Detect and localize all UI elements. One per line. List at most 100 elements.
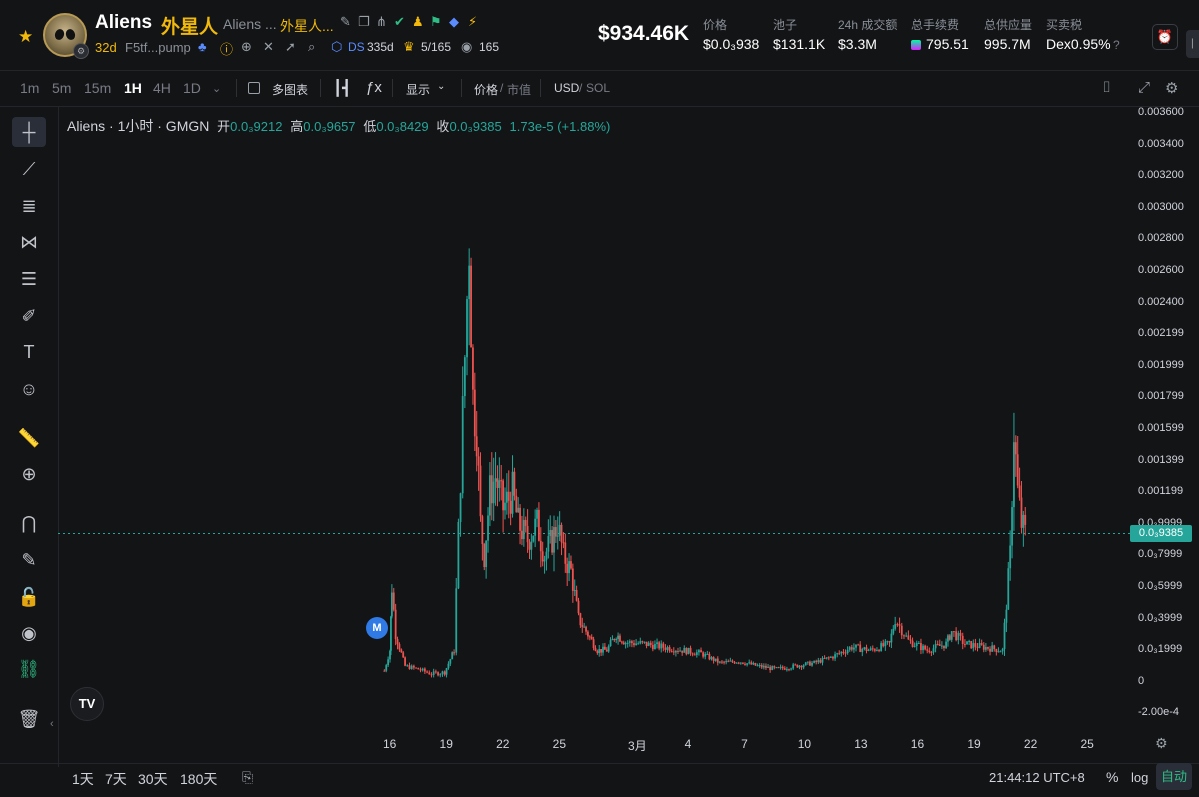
candle-body (479, 465, 482, 517)
candle-body (554, 527, 557, 537)
timeframe-1h[interactable]: 1H (124, 80, 142, 96)
lock-drawing-icon[interactable]: ✎ (12, 545, 46, 575)
ruler-icon[interactable]: 📏 (12, 423, 46, 453)
twitter-icon[interactable]: ✕ (263, 39, 274, 55)
magnet-icon[interactable]: ⋂ (12, 508, 46, 538)
candle-body (765, 665, 767, 668)
candle-body (704, 653, 707, 657)
candle-type-icon[interactable]: ┃┫ (333, 79, 351, 97)
candle-body (558, 524, 561, 536)
dexscreener-icon[interactable]: ⬡ (331, 39, 342, 55)
search-icon[interactable]: ⌕ (308, 39, 315, 55)
favorite-star-icon[interactable]: ★ (18, 27, 33, 47)
log-scale-toggle[interactable]: log (1131, 770, 1148, 785)
trend-line-icon[interactable]: ⟋ (12, 154, 46, 184)
pattern-icon[interactable]: ⋈ (12, 227, 46, 257)
candle-body (412, 665, 415, 668)
display-menu[interactable]: 显示 (406, 81, 430, 98)
camera-icon[interactable]: ⌷ (1102, 79, 1111, 96)
candle-body (677, 650, 679, 652)
range-30d[interactable]: 30天 (138, 769, 168, 789)
marker-m[interactable]: M (366, 617, 388, 639)
percent-scale-toggle[interactable]: % (1106, 769, 1118, 785)
date-range-calendar-icon[interactable]: ⎘ (242, 769, 253, 786)
toggle-slash: / (500, 81, 504, 95)
tax-help-icon[interactable]: ? (1113, 38, 1120, 52)
collapse-chevron-icon[interactable]: ‹ (50, 718, 54, 730)
timeframe-4h[interactable]: 4H (153, 80, 171, 96)
candle-body (566, 563, 569, 574)
candle-body (966, 641, 968, 645)
candle-body (961, 635, 964, 644)
timeframe-more-chevron-icon[interactable]: ⌄ (212, 82, 221, 95)
edit-icon[interactable]: ✎ (340, 14, 351, 30)
telegram-icon[interactable]: ➚ (285, 39, 296, 55)
text-tool-icon[interactable]: T (12, 337, 46, 367)
candle-body (408, 665, 411, 670)
auto-scale-toggle[interactable]: 自动 (1156, 763, 1192, 790)
y-tick-label: 0.001599 (1138, 422, 1184, 434)
candle-body (900, 625, 903, 636)
candle-body (543, 559, 546, 562)
display-chevron-icon[interactable]: ⌄ (437, 81, 445, 92)
community-icon[interactable]: ♣ (198, 39, 207, 54)
candle-body (689, 647, 692, 654)
panel-toggle-icon[interactable]: ❘ (1186, 30, 1199, 58)
candle-body (643, 641, 646, 643)
copy-icon[interactable]: ❐ (358, 14, 370, 30)
brush-icon[interactable]: ✐ (12, 301, 46, 331)
fullscreen-icon[interactable]: ⤢ (1138, 79, 1150, 96)
visibility-eye-icon[interactable]: ◉ (12, 618, 46, 648)
group-icon: ♟ (412, 14, 424, 29)
timeframe-1m[interactable]: 1m (20, 80, 39, 96)
watchers-count: 165 (479, 40, 500, 54)
candle-body (538, 509, 540, 541)
utc-clock[interactable]: 21:44:12 UTC+8 (989, 770, 1085, 785)
multi-chart-checkbox[interactable] (248, 82, 260, 94)
candle-body (752, 663, 755, 665)
emoji-icon[interactable]: ☺ (12, 374, 46, 404)
fib-levels-icon[interactable]: ☰ (12, 264, 46, 294)
multi-chart-label[interactable]: 多图表 (272, 81, 308, 98)
mcap-toggle[interactable]: 市值 (507, 81, 531, 98)
horizontal-lines-icon[interactable]: ≣ (12, 191, 46, 221)
share-icon[interactable]: ⋔ (376, 14, 387, 30)
price-toggle[interactable]: 价格 (474, 81, 498, 98)
website-icon[interactable]: ⊕ (241, 39, 252, 55)
settings-gear-icon[interactable]: ⚙ (1165, 79, 1178, 97)
usd-toggle[interactable]: USD (554, 81, 579, 95)
unlock-icon[interactable]: 🔓 (12, 582, 46, 612)
stat-value-volume: $3.3M (838, 36, 877, 52)
range-180d[interactable]: 180天 (180, 769, 217, 789)
range-1d[interactable]: 1天 (72, 769, 94, 789)
candle-body (439, 674, 442, 676)
alarm-clock-button[interactable]: ⏰ (1152, 24, 1178, 50)
candle-body (796, 664, 799, 668)
avatar-settings-icon[interactable]: ⚙ (73, 43, 89, 59)
candle-body (716, 658, 719, 663)
timeframe-1d[interactable]: 1D (183, 80, 201, 96)
timeframe-15m[interactable]: 15m (84, 80, 111, 96)
price-chart[interactable] (58, 107, 1130, 727)
candle-body (861, 649, 864, 653)
crosshair-icon[interactable]: ┼ (12, 117, 46, 147)
tradingview-logo[interactable]: TV (70, 687, 104, 721)
contract-address[interactable]: F5tf...pump (125, 40, 191, 55)
range-7d[interactable]: 7天 (105, 769, 127, 789)
candle-body (756, 665, 759, 667)
candle-body (1020, 497, 1023, 528)
candle-body (631, 641, 633, 644)
candle-body (926, 649, 929, 651)
axis-settings-gear-icon[interactable]: ⚙ (1155, 735, 1168, 752)
sol-toggle[interactable]: SOL (586, 81, 610, 95)
candle-body (590, 636, 593, 640)
crown-icon: ♛ (403, 39, 415, 54)
indicators-fx-icon[interactable]: ƒx (366, 79, 382, 96)
timeframe-5m[interactable]: 5m (52, 80, 71, 96)
info-icon[interactable]: ⓘ (220, 39, 233, 58)
zoom-in-icon[interactable]: ⊕ (12, 459, 46, 489)
toggle-slash: / (579, 81, 583, 95)
link-icon[interactable]: ⛓ (12, 654, 46, 684)
trash-icon[interactable]: 🗑 (12, 704, 46, 734)
candle-body (909, 639, 912, 641)
